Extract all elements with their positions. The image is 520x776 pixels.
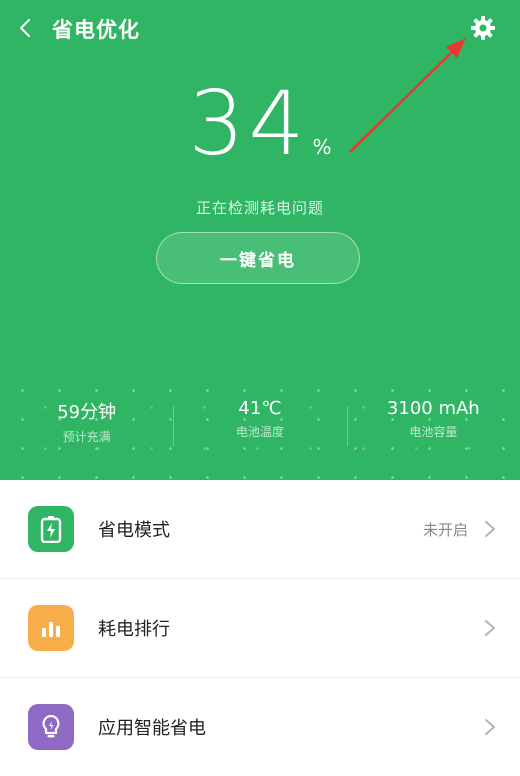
battery-hero-panel: 省电优化 34% 正在检测耗电问题 一键省电 59分钟 预计充满 41℃ 电池温… (0, 0, 520, 480)
bar-chart-icon (28, 605, 74, 651)
list-item-label: 省电模式 (98, 520, 170, 541)
list-item-power-ranking[interactable]: 耗电排行 (0, 578, 520, 677)
list-item-value: 未开启 (422, 520, 468, 539)
top-bar: 省电优化 (0, 0, 520, 56)
battery-percent-value: 34 (188, 72, 309, 175)
battery-percentage: 34% (0, 80, 520, 168)
stat-label: 电池温度 (235, 425, 284, 439)
detection-status: 正在检测耗电问题 (195, 199, 324, 217)
stat-value: 3100 mAh (386, 398, 480, 419)
chevron-right-icon (485, 521, 495, 537)
stat-time-to-full: 59分钟 预计充满 (0, 398, 173, 458)
settings-list: 省电模式 未开启 耗电排行 应用智能省电 (0, 480, 520, 776)
stat-battery-temperature: 41℃ 电池温度 (173, 398, 346, 458)
list-item-label: 耗电排行 (98, 619, 170, 640)
chevron-right-icon (485, 719, 495, 735)
chevron-left-icon[interactable] (14, 16, 36, 40)
page-title: 省电优化 (52, 18, 140, 42)
list-item-power-saving-mode[interactable]: 省电模式 未开启 (0, 480, 520, 578)
stat-value: 59分钟 (57, 402, 117, 423)
list-item-label: 应用智能省电 (98, 718, 206, 739)
gear-icon[interactable] (470, 15, 496, 41)
list-item-smart-app-saving[interactable]: 应用智能省电 (0, 677, 520, 776)
battery-bolt-icon (28, 506, 74, 552)
battery-percent-unit: % (312, 135, 332, 159)
battery-stats: 59分钟 预计充满 41℃ 电池温度 3100 mAh 电池容量 (0, 398, 520, 458)
stat-label: 预计充满 (62, 430, 111, 444)
one-tap-save-button[interactable]: 一键省电 (156, 232, 360, 284)
stat-value: 41℃ (238, 398, 282, 419)
stat-battery-capacity: 3100 mAh 电池容量 (346, 398, 520, 458)
lightbulb-icon (28, 704, 74, 750)
stat-label: 电池容量 (409, 425, 458, 439)
chevron-right-icon (485, 620, 495, 636)
